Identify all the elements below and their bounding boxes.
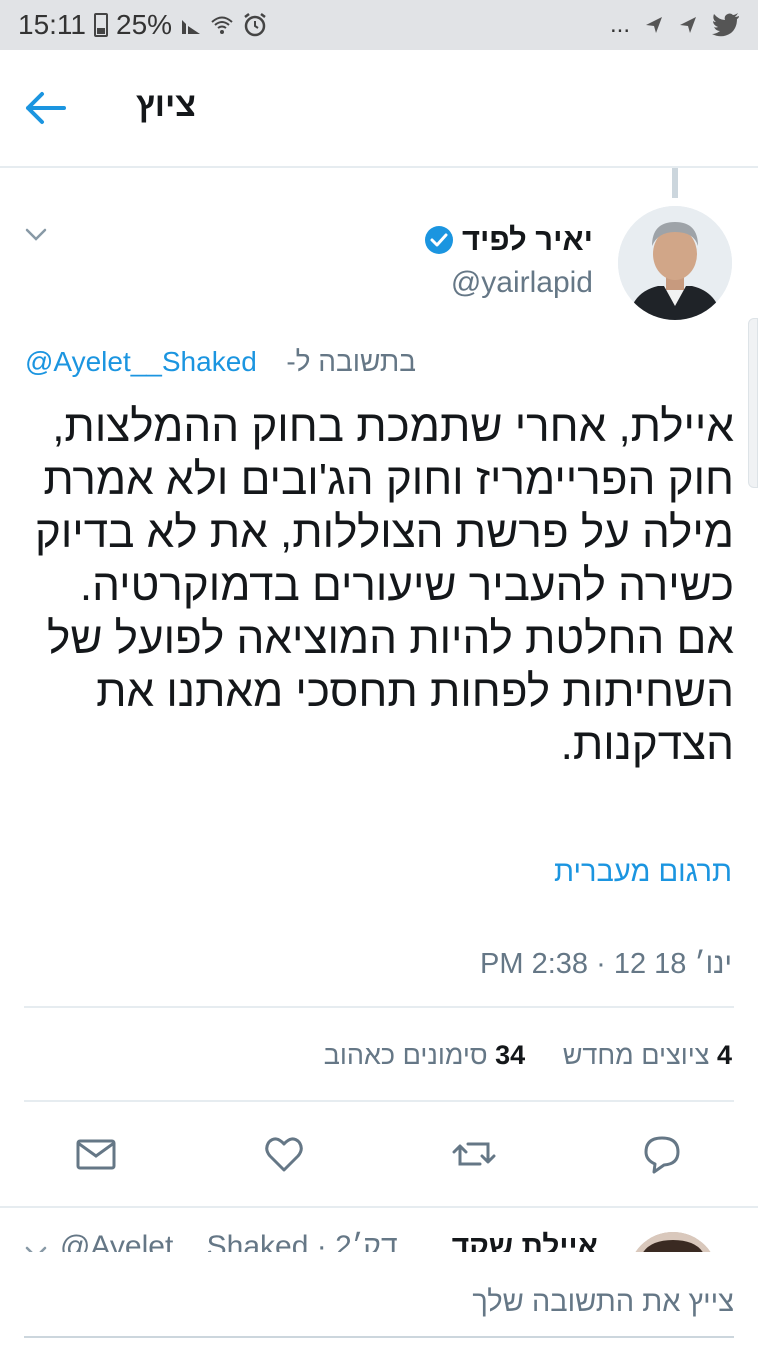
author-handle[interactable]: @yairlapid: [451, 266, 593, 300]
app-header: ציוץ: [0, 50, 758, 168]
reply-to-prefix: בתשובה ל-: [286, 346, 416, 377]
battery-icon: [94, 13, 108, 37]
next-tweet[interactable]: איילת שקד @Ayelet__Shaked · 2דק׳: [0, 1206, 758, 1252]
likes-label[interactable]: סימונים כאהוב: [324, 1040, 488, 1070]
signal-icon: [182, 20, 201, 34]
status-overflow: ...: [609, 11, 630, 38]
page-title: ציוץ: [136, 86, 196, 124]
reply-to-handle[interactable]: @Ayelet__Shaked: [25, 346, 257, 378]
retweets-label[interactable]: ציוצים מחדש: [563, 1040, 710, 1070]
tweet-timestamp: ינו׳ 18 12 · 2:38 PM: [480, 948, 732, 980]
back-arrow-icon[interactable]: [22, 88, 68, 128]
verified-badge-icon: [424, 226, 453, 254]
mail-icon[interactable]: [74, 1132, 118, 1176]
next-author-handle[interactable]: @Ayelet__Shaked · 2דק׳: [60, 1230, 398, 1252]
reply-icon[interactable]: [640, 1132, 684, 1176]
status-time: 15:11: [18, 9, 86, 40]
translate-link[interactable]: תרגום מעברית: [554, 856, 732, 889]
chevron-down-icon[interactable]: [24, 1242, 48, 1252]
thread-connector: [672, 168, 678, 198]
divider: [24, 1100, 734, 1102]
tweet-text: איילת, אחרי שתמכת בחוק ההמלצות, חוק הפרי…: [34, 402, 734, 769]
notification-icon: [680, 17, 696, 33]
twitter-bird-icon: [712, 13, 739, 37]
wifi-icon: [211, 16, 233, 34]
tweet-stats: 4 ציוצים מחדש 34 סימונים כאהוב: [324, 1040, 732, 1071]
retweets-count[interactable]: 4: [717, 1040, 732, 1070]
avatar[interactable]: [628, 1232, 718, 1252]
status-bar: 15:11 25% ...: [0, 0, 758, 50]
reply-bar: [0, 1252, 758, 1348]
next-author-name[interactable]: איילת שקד: [452, 1230, 598, 1252]
battery-level: 25%: [116, 9, 173, 40]
scrollbar[interactable]: [748, 318, 758, 488]
reply-input[interactable]: [24, 1268, 734, 1338]
author-name-label: יאיר לפיד: [461, 222, 593, 257]
chevron-down-icon[interactable]: [24, 224, 48, 244]
avatar[interactable]: [618, 206, 732, 320]
likes-count[interactable]: 34: [495, 1040, 525, 1070]
notification-icon: [646, 17, 662, 33]
tweet-actions: [0, 1122, 758, 1186]
alarm-icon: [244, 13, 266, 37]
divider: [24, 1006, 734, 1008]
author-name[interactable]: יאיר לפיד: [424, 222, 593, 258]
retweet-icon[interactable]: [452, 1132, 496, 1176]
heart-icon[interactable]: [262, 1132, 306, 1176]
